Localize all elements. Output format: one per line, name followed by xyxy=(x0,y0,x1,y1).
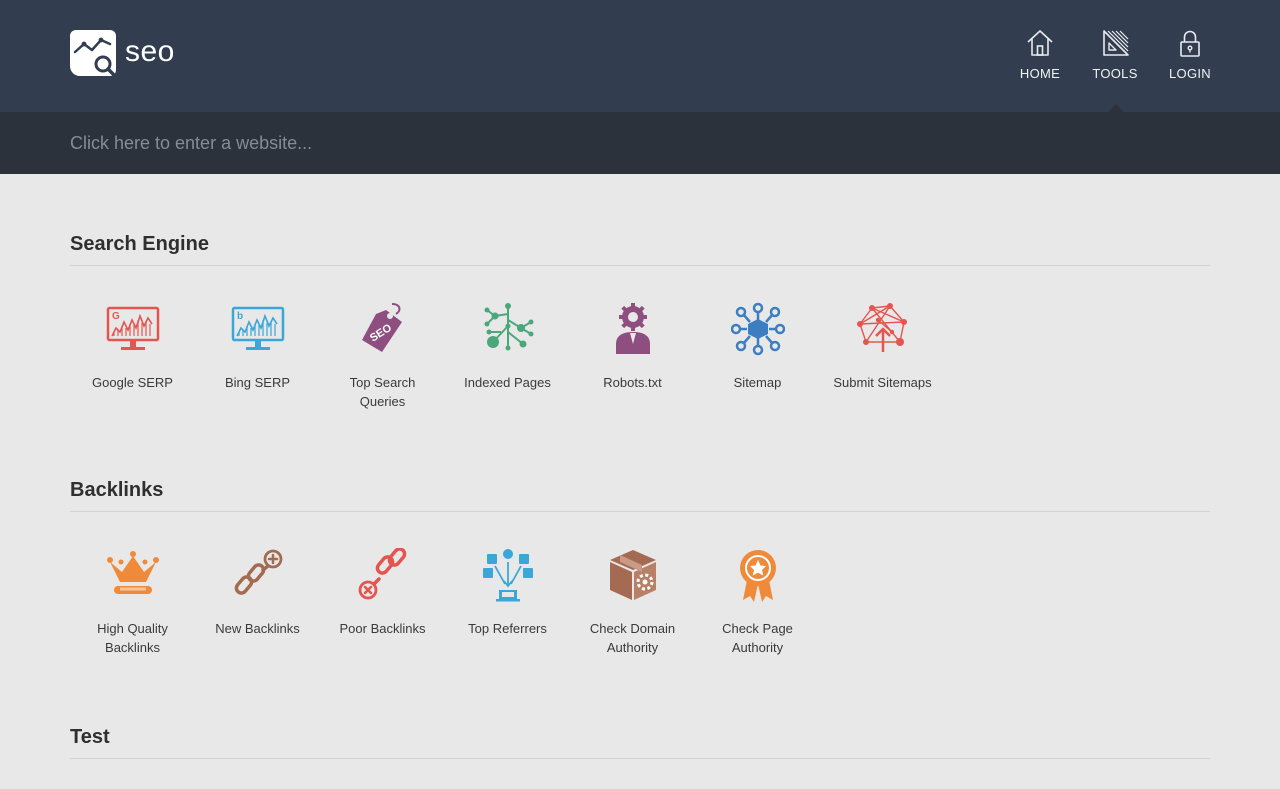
bing-chart-monitor-icon: b xyxy=(231,306,284,350)
submit-network-icon xyxy=(856,303,907,352)
brand-name: seo xyxy=(125,34,175,68)
social-referrers-icon xyxy=(482,549,533,602)
network-tree-icon xyxy=(484,303,533,351)
tool-label: Poor Backlinks xyxy=(339,621,426,636)
sitemap-hub-icon xyxy=(730,302,785,356)
tool-label: Check Page Authority xyxy=(722,621,793,655)
ruler-triangle-icon xyxy=(1103,30,1129,56)
website-search-bar xyxy=(0,112,1280,174)
top-header: seo HOME TOOLS LOGIN xyxy=(0,0,1280,112)
tool-check-domain-authority[interactable]: Check Domain Authority xyxy=(570,548,695,657)
tool-google-serp[interactable]: G Google SERP xyxy=(70,302,195,411)
award-ribbon-icon xyxy=(739,550,776,602)
svg-text:G: G xyxy=(112,311,120,322)
section-title: Backlinks xyxy=(70,479,1210,512)
tool-label: Submit Sitemaps xyxy=(833,375,932,390)
section-backlinks: Backlinks High Quality Backlinks New Bac… xyxy=(70,479,1210,657)
tool-robots-txt[interactable]: Robots.txt xyxy=(570,302,695,411)
tool-label: Indexed Pages xyxy=(464,375,551,390)
crown-icon xyxy=(106,551,159,594)
box-gear-icon xyxy=(609,550,656,600)
tool-label: Check Domain Authority xyxy=(589,621,676,655)
tool-high-quality-backlinks[interactable]: High Quality Backlinks xyxy=(70,548,195,657)
nav-login-label: LOGIN xyxy=(1169,66,1211,81)
svg-text:b: b xyxy=(237,311,243,322)
section-search-engine: Search Engine G Google SERP b Bing SERP … xyxy=(70,233,1210,411)
section-title: Test xyxy=(70,726,1210,759)
nav-home-label: HOME xyxy=(1019,66,1061,81)
tool-label: Sitemap xyxy=(733,375,782,390)
tool-label: Google SERP xyxy=(92,375,173,390)
tool-label: New Backlinks xyxy=(215,621,300,636)
nav-login[interactable]: LOGIN xyxy=(1155,28,1225,81)
section-test: Test xyxy=(70,726,1210,759)
home-icon xyxy=(1027,30,1053,56)
tool-top-referrers[interactable]: Top Referrers xyxy=(445,548,570,657)
logo-chart-magnifier-icon xyxy=(70,30,116,76)
tool-label: Top Search Queries xyxy=(349,375,416,409)
tool-indexed-pages[interactable]: Indexed Pages xyxy=(445,302,570,411)
tool-poor-backlinks[interactable]: Poor Backlinks xyxy=(320,548,445,657)
tool-grid: G Google SERP b Bing SERP SEO Top Search… xyxy=(70,302,1210,411)
google-chart-monitor-icon: G xyxy=(106,306,159,350)
lock-icon xyxy=(1180,30,1200,57)
tool-bing-serp[interactable]: b Bing SERP xyxy=(195,302,320,411)
tool-label: High Quality Backlinks xyxy=(97,621,168,655)
chain-minus-icon xyxy=(358,548,406,600)
tool-label: Bing SERP xyxy=(224,375,291,390)
robot-gear-person-icon xyxy=(615,303,650,354)
tool-label: Robots.txt xyxy=(603,375,662,390)
nav-tools-label: TOOLS xyxy=(1092,66,1138,81)
nav-home[interactable]: HOME xyxy=(1005,28,1075,81)
website-url-input[interactable] xyxy=(70,128,1210,158)
tool-submit-sitemaps[interactable]: Submit Sitemaps xyxy=(820,302,945,411)
tool-top-search-queries[interactable]: SEO Top Search Queries xyxy=(320,302,445,411)
tool-label: Top Referrers xyxy=(468,621,547,636)
active-nav-pointer xyxy=(1108,104,1124,112)
chain-plus-icon xyxy=(234,549,282,595)
tool-grid: High Quality Backlinks New Backlinks Poo… xyxy=(70,548,1210,657)
tool-new-backlinks[interactable]: New Backlinks xyxy=(195,548,320,657)
seo-tag-icon: SEO xyxy=(361,303,402,352)
section-title: Search Engine xyxy=(70,233,1210,266)
nav-tools[interactable]: TOOLS xyxy=(1080,28,1150,81)
tool-check-page-authority[interactable]: Check Page Authority xyxy=(695,548,820,657)
brand-logo[interactable]: seo xyxy=(70,30,175,76)
tool-sitemap[interactable]: Sitemap xyxy=(695,302,820,411)
